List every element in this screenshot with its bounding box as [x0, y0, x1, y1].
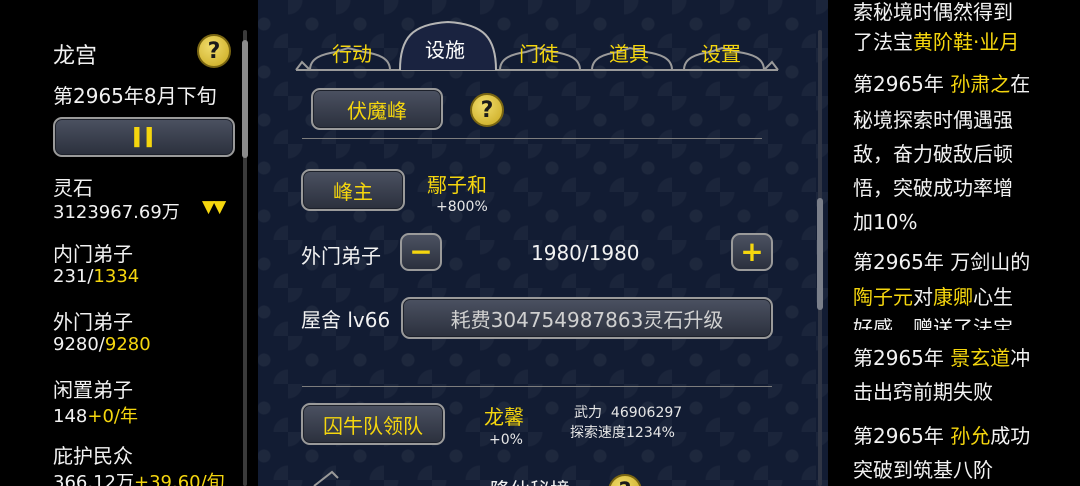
log-line: 悟，突破成功率增 — [853, 176, 1013, 200]
squad-leader-bonus: +0% — [489, 432, 523, 448]
squad-power: 武力 46906297 — [574, 405, 683, 421]
help-icon: ? — [619, 479, 632, 486]
facility-name-button[interactable]: 伏魔峰 — [311, 88, 443, 130]
idle-disciples-label: 闲置弟子 — [53, 378, 133, 402]
inner-disciples-label: 内门弟子 — [53, 242, 133, 266]
spirit-stone-value: 3123967.69万 — [53, 202, 180, 223]
outer-disciples-label: 外门弟子 — [53, 310, 133, 334]
decrease-button[interactable]: − — [400, 233, 442, 271]
help-icon: ? — [207, 38, 221, 64]
upgrade-house-button[interactable]: 耗费304754987863灵石升级 — [401, 297, 773, 339]
left-scrollbar-thumb[interactable] — [242, 40, 248, 158]
protected-people-value: 366.12万+39.60/旬 — [53, 472, 225, 486]
log-line: 秘境探索时偶遇强 — [853, 108, 1013, 132]
section-divider — [302, 138, 762, 139]
tab-facilities[interactable]: 设施 — [425, 34, 465, 63]
outer-disciples-assign-value: 1980/1980 — [531, 241, 640, 265]
inner-disciples-value: 231/1334 — [53, 266, 140, 287]
outer-disciples-assign-label: 外门弟子 — [301, 244, 381, 268]
log-line: 敌，奋力破敌后顿 — [853, 142, 1013, 166]
help-button-location[interactable]: ? — [197, 34, 231, 68]
decrease-arrows-icon: ▼▼ — [202, 197, 226, 217]
spirit-stone-label: 灵石 — [53, 176, 93, 200]
protected-people-label: 庇护民众 — [53, 444, 133, 468]
log-line: 陶子元对康卿心生 — [853, 285, 1013, 309]
peak-master-name: 鄢子和 — [427, 173, 487, 197]
log-line: 第2965年 孙允成功 — [853, 424, 1031, 448]
log-line: 第2965年 景玄道冲 — [853, 346, 1031, 370]
game-date: 第2965年8月下旬 — [53, 84, 217, 108]
help-icon: ? — [480, 97, 494, 123]
log-line: 第2965年 孙肃之在 — [853, 72, 1031, 96]
idle-disciples-value: 148+0/年 — [53, 406, 138, 427]
tab-disciples[interactable]: 门徒 — [519, 38, 559, 67]
outer-disciples-value: 9280/9280 — [53, 334, 151, 355]
minus-icon: − — [409, 235, 433, 268]
squad-explore-speed: 探索速度1234% — [570, 425, 675, 441]
log-line: 突破到筑基八阶 — [853, 458, 993, 482]
log-line-clipped: 好感，赠送了法宝 — [853, 316, 1013, 330]
next-facility-name: 降仙秘境 — [490, 474, 570, 486]
section-divider — [302, 386, 772, 387]
increase-button[interactable]: + — [731, 233, 773, 271]
log-line: 第2965年 万剑山的 — [853, 250, 1031, 274]
peak-master-button[interactable]: 峰主 — [301, 169, 405, 211]
plus-icon: + — [740, 235, 764, 268]
squad-leader-button[interactable]: 囚牛队领队 — [301, 403, 445, 445]
log-line: 了法宝黄阶鞋·业月 — [853, 30, 1020, 54]
tab-items[interactable]: 道具 — [609, 38, 649, 67]
pause-icon: II — [131, 120, 157, 154]
tab-settings[interactable]: 设置 — [701, 38, 741, 67]
center-scrollbar-thumb[interactable] — [817, 198, 823, 310]
squad-leader-name: 龙馨 — [484, 405, 524, 429]
pause-button[interactable]: II — [53, 117, 235, 157]
peak-master-bonus: +800% — [436, 199, 488, 215]
tab-actions[interactable]: 行动 — [332, 38, 372, 67]
next-section-frame — [313, 470, 339, 486]
log-line: 加10% — [853, 210, 918, 234]
help-button-facility[interactable]: ? — [470, 93, 504, 127]
location-name: 龙宫 — [53, 44, 98, 69]
log-line: 索秘境时偶然得到 — [853, 0, 1013, 24]
house-level-label: 屋舍 lv66 — [301, 308, 391, 332]
log-line: 击出窍前期失败 — [853, 380, 993, 404]
